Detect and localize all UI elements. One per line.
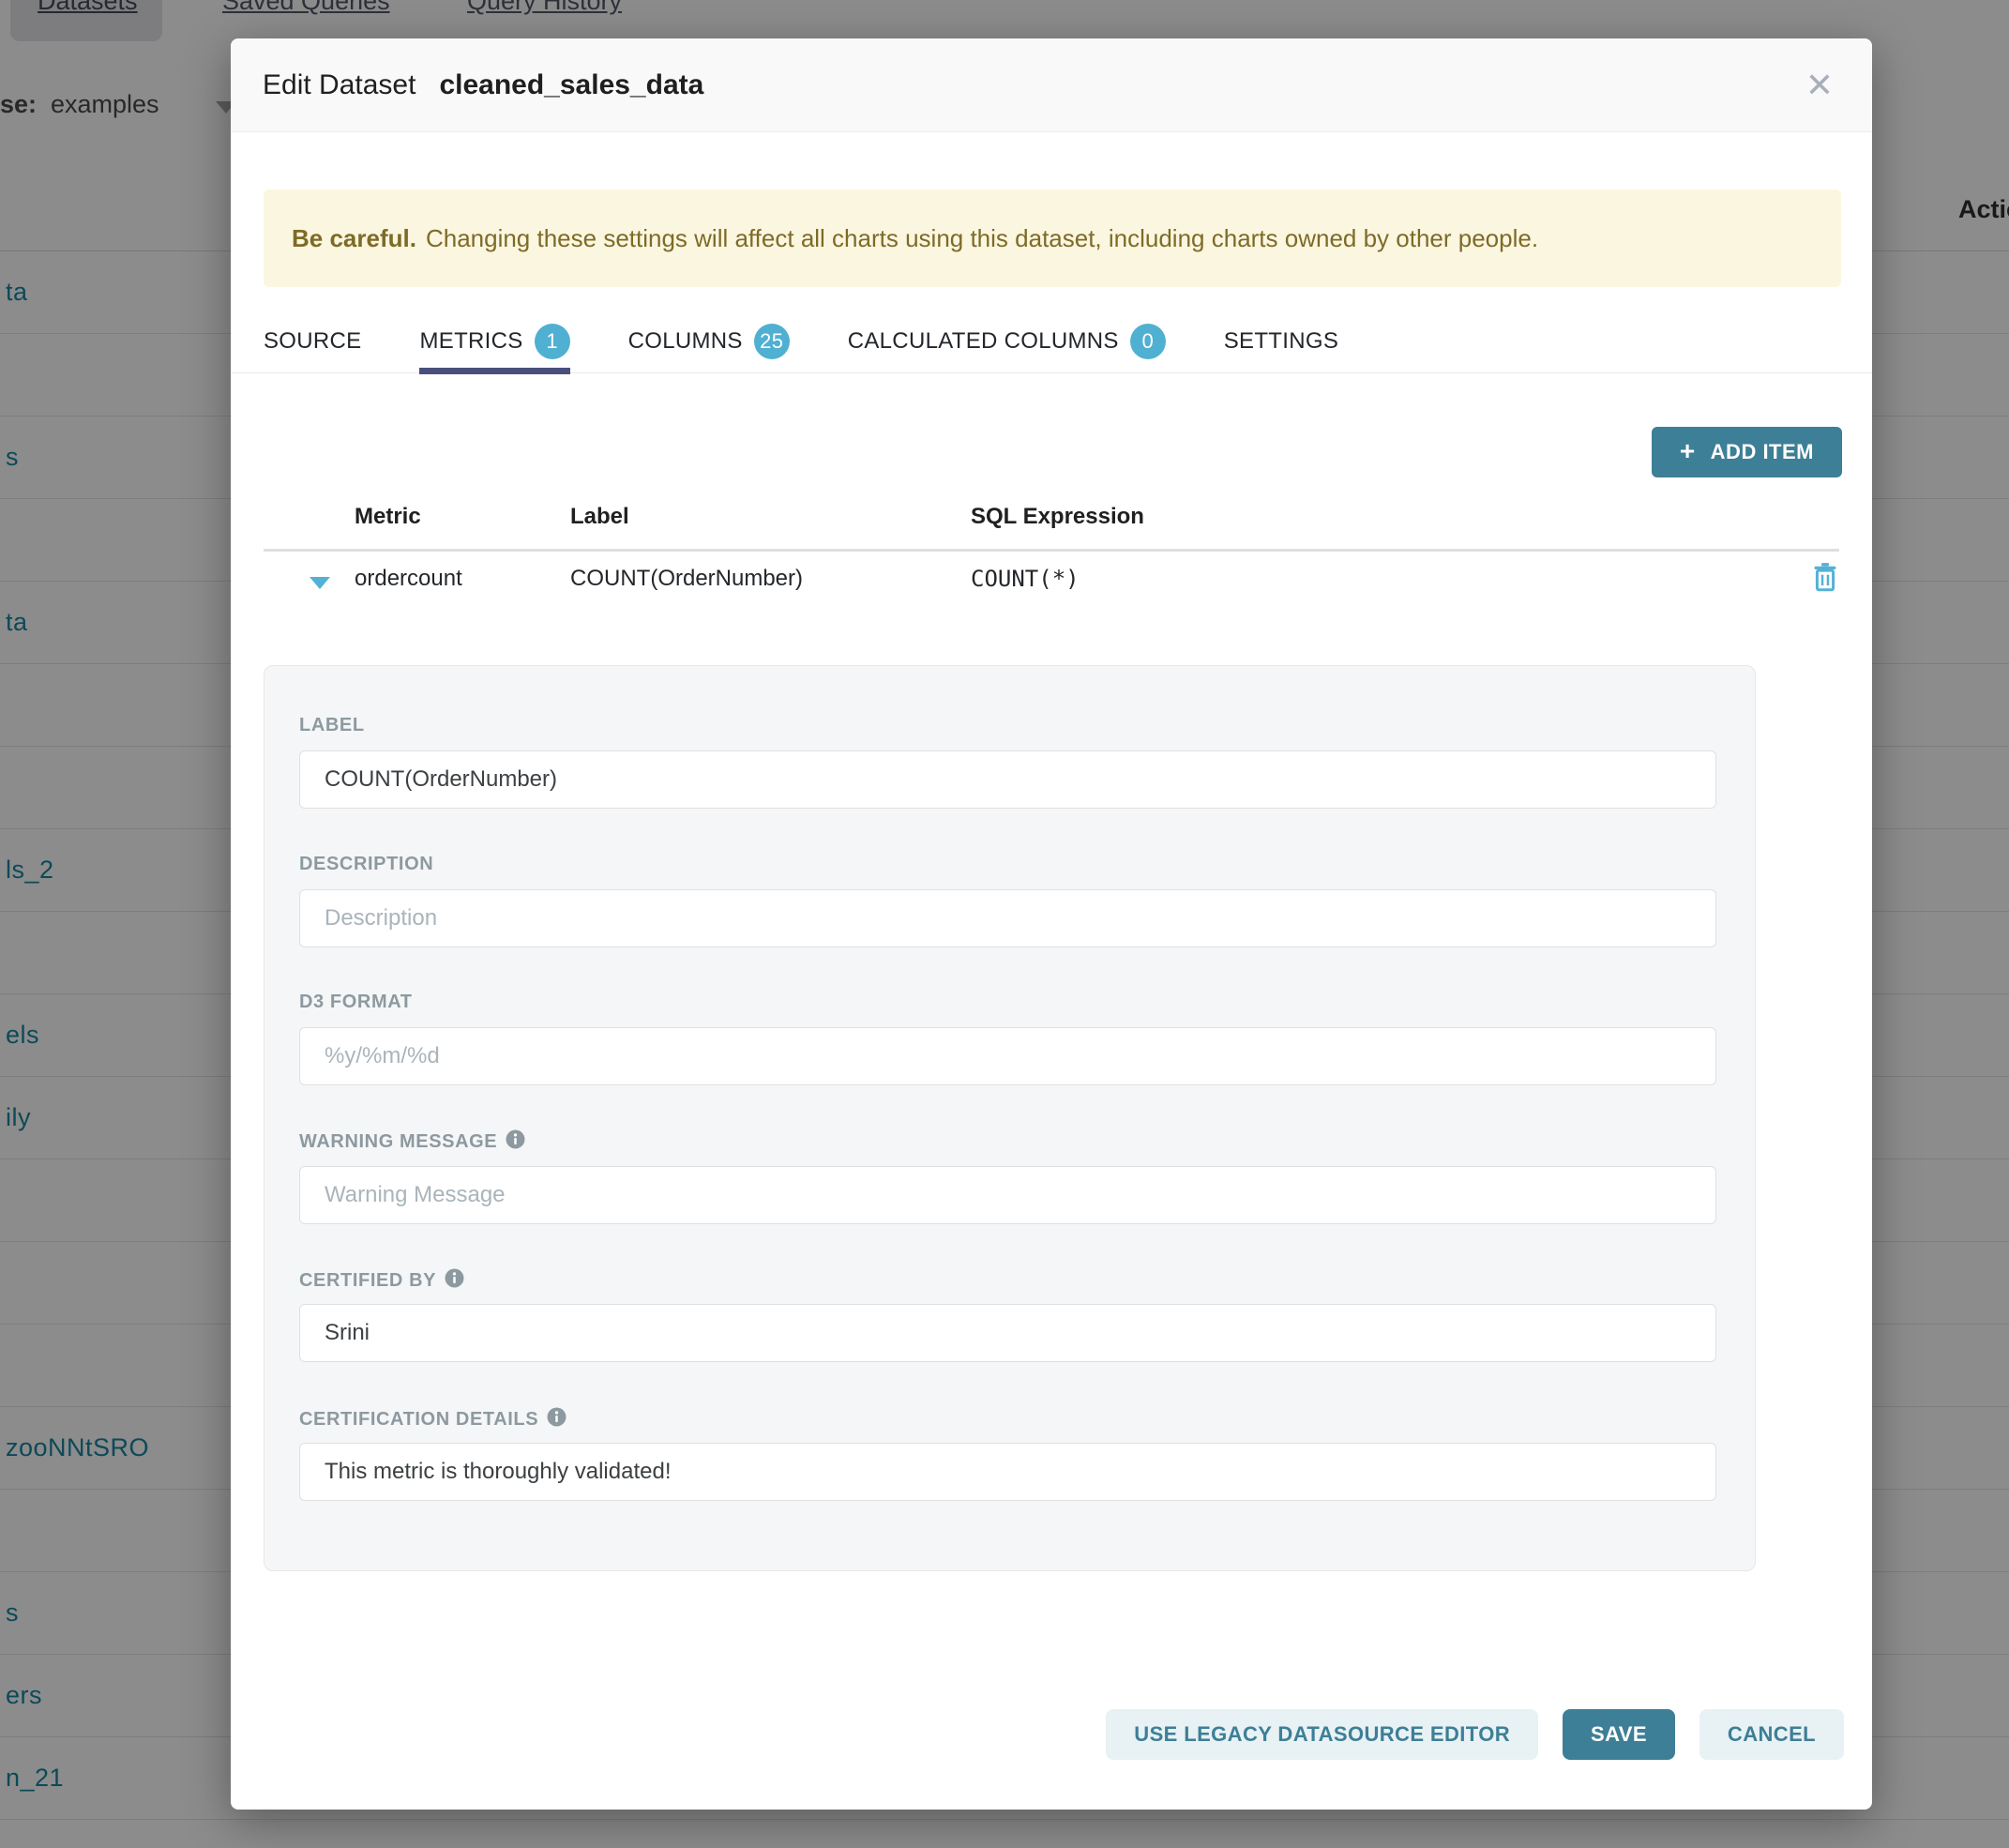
edit-dataset-modal: Edit Dataset cleaned_sales_data ✕ Be car…	[231, 38, 1872, 1810]
metric-sql-expression: COUNT(*)	[971, 566, 1080, 592]
use-legacy-datasource-editor-button[interactable]: USE LEGACY DATASOURCE EDITOR	[1106, 1709, 1538, 1760]
modal-title: Edit Dataset cleaned_sales_data	[263, 69, 703, 101]
columns-count-badge: 25	[754, 324, 790, 359]
column-header-sql-expression: SQL Expression	[971, 504, 1144, 530]
label-field-label: LABEL	[299, 715, 365, 736]
modal-footer: USE LEGACY DATASOURCE EDITOR SAVE CANCEL	[1106, 1709, 1844, 1760]
label-input[interactable]	[299, 750, 1716, 809]
metric-label: COUNT(OrderNumber)	[570, 566, 803, 592]
certification-details-input[interactable]	[299, 1443, 1716, 1501]
dataset-name: cleaned_sales_data	[439, 69, 703, 100]
tab-metrics[interactable]: METRICS 1	[419, 310, 569, 373]
collapse-caret-icon[interactable]	[310, 577, 330, 589]
label-field-label-text: LABEL	[299, 715, 365, 736]
description-field-label-text: DESCRIPTION	[299, 854, 433, 875]
tab-calculated-columns-label: CALCULATED COLUMNS	[848, 328, 1119, 355]
modal-header: Edit Dataset cleaned_sales_data	[231, 38, 1872, 132]
trash-icon[interactable]	[1812, 562, 1838, 597]
cancel-button[interactable]: CANCEL	[1699, 1709, 1844, 1760]
info-icon[interactable]	[547, 1407, 566, 1432]
metrics-count-badge: 1	[535, 324, 570, 359]
warning-banner: Be careful. Changing these settings will…	[264, 189, 1841, 287]
add-item-label: ADD ITEM	[1711, 440, 1814, 464]
metric-name: ordercount	[355, 566, 462, 592]
close-icon[interactable]: ✕	[1791, 38, 1848, 132]
d3-format-field-label: D3 FORMAT	[299, 992, 413, 1013]
tab-columns-label: COLUMNS	[628, 328, 743, 355]
warning-banner-bold: Be careful.	[292, 224, 416, 253]
description-field-label: DESCRIPTION	[299, 854, 433, 875]
info-icon[interactable]	[445, 1268, 464, 1294]
modal-tabs: SOURCE METRICS 1 COLUMNS 25 CALCULATED C…	[231, 310, 1872, 373]
certification-details-field-label: CERTIFICATION DETAILS	[299, 1407, 566, 1432]
metrics-table-divider	[264, 549, 1839, 552]
modal-title-prefix: Edit Dataset	[263, 69, 415, 100]
warning-message-input[interactable]	[299, 1166, 1716, 1224]
calculated-columns-count-badge: 0	[1130, 324, 1166, 359]
d3-format-field-label-text: D3 FORMAT	[299, 992, 413, 1013]
info-icon[interactable]	[506, 1129, 525, 1155]
add-item-button[interactable]: + ADD ITEM	[1652, 427, 1842, 477]
d3-format-input[interactable]	[299, 1027, 1716, 1085]
tab-calculated-columns[interactable]: CALCULATED COLUMNS 0	[848, 310, 1166, 373]
column-header-label: Label	[570, 504, 629, 530]
metric-row: ordercount COUNT(OrderNumber) COUNT(*)	[231, 556, 1872, 613]
certified-by-field-label: CERTIFIED BY	[299, 1268, 464, 1294]
warning-message-field-label-text: WARNING MESSAGE	[299, 1131, 497, 1153]
tab-columns[interactable]: COLUMNS 25	[628, 310, 790, 373]
plus-icon: +	[1680, 436, 1696, 466]
column-header-metric: Metric	[355, 504, 421, 530]
tab-settings-label: SETTINGS	[1224, 328, 1338, 355]
tab-settings[interactable]: SETTINGS	[1224, 310, 1338, 373]
tab-metrics-label: METRICS	[419, 328, 522, 355]
metric-edit-panel: LABEL DESCRIPTION D3 FORMAT WARNING MESS…	[264, 665, 1756, 1571]
warning-message-field-label: WARNING MESSAGE	[299, 1129, 525, 1155]
certified-by-field-label-text: CERTIFIED BY	[299, 1270, 436, 1292]
warning-banner-text: Changing these settings will affect all …	[426, 224, 1538, 253]
save-button[interactable]: SAVE	[1563, 1709, 1675, 1760]
certification-details-field-label-text: CERTIFICATION DETAILS	[299, 1409, 538, 1431]
description-input[interactable]	[299, 889, 1716, 947]
metrics-table-header: Metric Label SQL Expression	[231, 504, 1872, 549]
tab-source-label: SOURCE	[264, 328, 361, 355]
certified-by-input[interactable]	[299, 1304, 1716, 1362]
tab-source[interactable]: SOURCE	[264, 310, 361, 373]
